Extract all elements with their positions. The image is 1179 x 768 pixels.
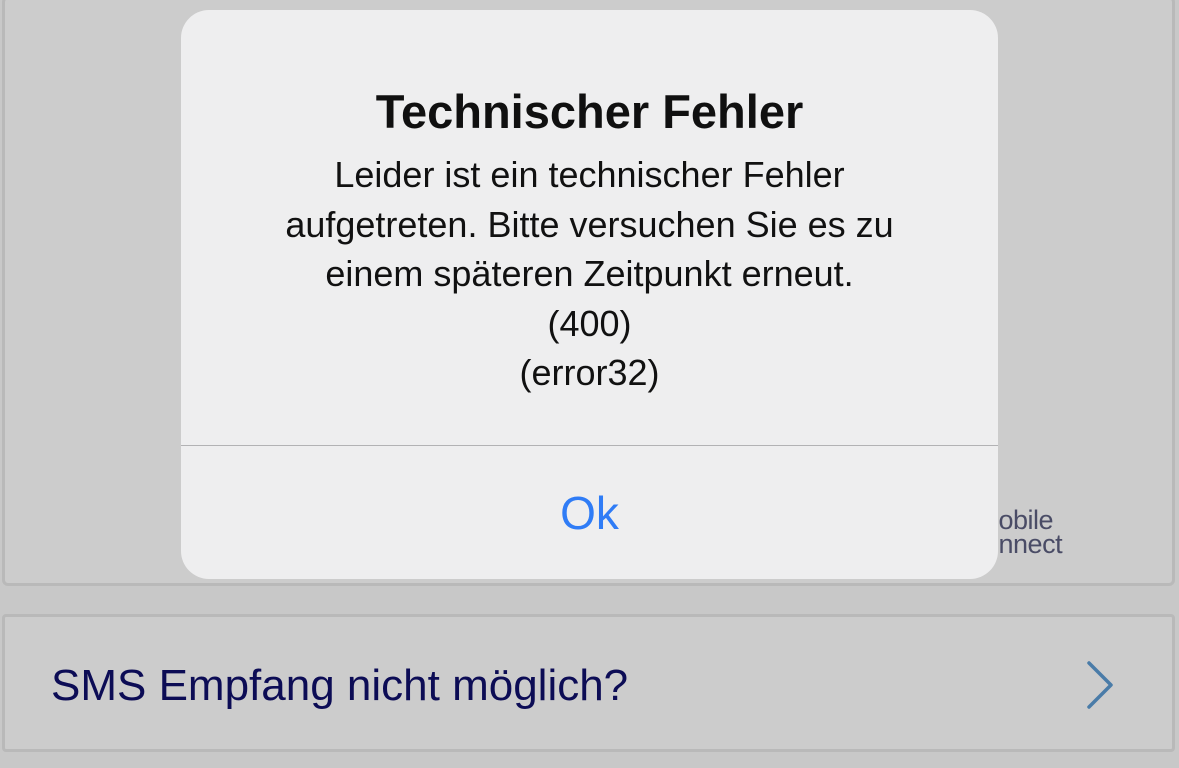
sms-help-row[interactable]: SMS Empfang nicht möglich? (2, 614, 1175, 752)
error-alert-dialog: Technischer Fehler Leider ist ein techni… (181, 10, 998, 579)
alert-title: Technischer Fehler (375, 85, 804, 138)
alert-message: Leider ist ein technischer Fehler aufget… (221, 150, 958, 398)
alert-status-code: (400) (547, 302, 632, 344)
alert-message-line: aufgetreten. Bitte versuchen Sie es zu (285, 203, 894, 245)
alert-error-code: (error32) (519, 352, 660, 393)
alert-message-line: einem späteren Zeitpunkt erneut. (325, 253, 854, 294)
ok-button[interactable]: Ok (181, 446, 998, 579)
sms-help-label: SMS Empfang nicht möglich? (51, 661, 629, 710)
alert-message-line: Leider ist ein technischer Fehler (334, 154, 845, 195)
chevron-right-icon (1087, 661, 1113, 709)
